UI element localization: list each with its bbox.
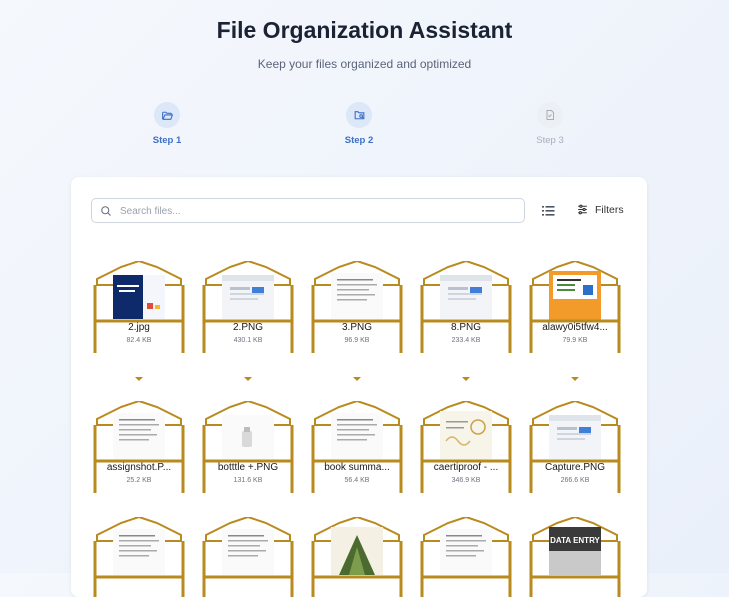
page-subtitle: Keep your files organized and optimized bbox=[257, 57, 472, 71]
step-1[interactable]: Step 1 bbox=[137, 102, 197, 146]
svg-text:DATA ENTRY: DATA ENTRY bbox=[550, 536, 600, 545]
search-box[interactable] bbox=[91, 198, 525, 223]
filters-label: Filters bbox=[595, 203, 624, 216]
page-title: File Organization Assistant bbox=[216, 17, 513, 43]
folder-tab-marker bbox=[571, 377, 579, 381]
file-name: book summa... bbox=[324, 462, 390, 473]
folder-thumbnail-icon: DATA ENTRY bbox=[529, 517, 621, 597]
search-input[interactable] bbox=[118, 201, 502, 222]
folder-tab-marker bbox=[462, 377, 470, 381]
step-label: Step 2 bbox=[344, 135, 374, 146]
file-panel: Filters 2.jpg 82.4 KB 2.PNG 430.1 KB 3.PNG 96… bbox=[71, 177, 647, 597]
file-size: 82.4 KB bbox=[126, 337, 152, 344]
search-icon bbox=[101, 206, 111, 216]
folder-thumbnail-icon bbox=[93, 517, 185, 597]
file-name: 8.PNG bbox=[450, 322, 481, 333]
folder-thumbnail-icon bbox=[202, 517, 294, 597]
file-name: 3.PNG bbox=[341, 322, 372, 333]
folder-search-icon bbox=[346, 102, 372, 128]
file-size: 79.9 KB bbox=[562, 337, 588, 344]
folder-thumbnail-icon bbox=[420, 517, 512, 597]
file-size: 430.1 KB bbox=[233, 337, 263, 344]
folder-tab-marker bbox=[135, 377, 143, 381]
filters-button[interactable]: Filters bbox=[576, 203, 624, 216]
folder-tab-marker bbox=[244, 377, 252, 381]
file-name: 2.PNG bbox=[232, 322, 263, 333]
file-name: assignshot.P... bbox=[106, 462, 172, 473]
file-size: 96.9 KB bbox=[344, 337, 370, 344]
file-size: 25.2 KB bbox=[126, 477, 152, 484]
folder-thumbnail-icon bbox=[311, 517, 403, 597]
step-label: Step 3 bbox=[536, 135, 564, 146]
file-size: 56.4 KB bbox=[344, 477, 370, 484]
file-size: 131.6 KB bbox=[233, 477, 263, 484]
step-label: Step 1 bbox=[152, 135, 182, 146]
file-size: 346.9 KB bbox=[451, 477, 481, 484]
folder-tab-marker bbox=[353, 377, 361, 381]
file-name: caertiproof - ... bbox=[433, 462, 499, 473]
list-view-icon[interactable] bbox=[542, 204, 555, 222]
file-name: botttle +.PNG bbox=[217, 462, 279, 473]
step-2[interactable]: Step 2 bbox=[329, 102, 389, 146]
file-name: alawy0i5tfw4... bbox=[542, 322, 608, 333]
file-name: Capture.PNG bbox=[544, 462, 606, 473]
sliders-icon bbox=[578, 204, 587, 215]
file-size: 266.6 KB bbox=[560, 477, 590, 484]
file-name: 2.jpg bbox=[128, 322, 150, 333]
folder-open-icon bbox=[154, 102, 180, 128]
step-3[interactable]: Step 3 bbox=[520, 102, 580, 146]
file-size: 233.4 KB bbox=[451, 337, 481, 344]
file-check-icon bbox=[537, 102, 563, 128]
